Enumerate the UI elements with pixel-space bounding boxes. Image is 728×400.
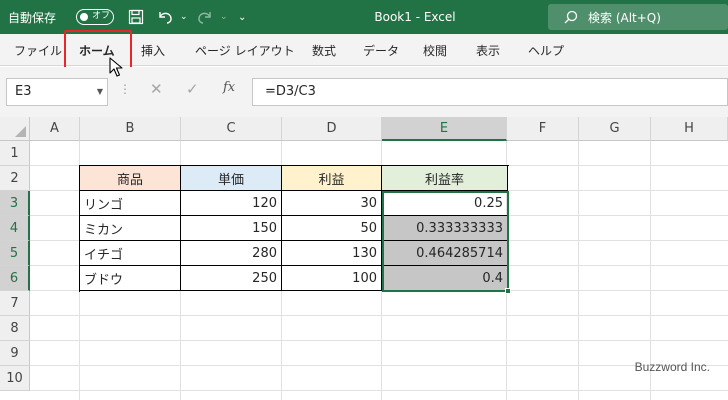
undo-icon[interactable] — [156, 0, 174, 34]
gridline — [30, 315, 728, 316]
table-cell[interactable]: 50 — [282, 216, 382, 241]
row-header-5[interactable]: 5 — [0, 241, 30, 266]
row-header-3[interactable]: 3 — [0, 191, 30, 216]
excel-window: 自動保存 オフ ⌄ ⌄ ⌄ Book1 - Excel 検索 (Alt+Q) フ… — [0, 0, 728, 400]
autosave-label: 自動保存 — [8, 10, 57, 25]
table-header-cell[interactable]: 単価 — [181, 166, 282, 191]
select-all-corner[interactable] — [0, 117, 30, 141]
active-cell[interactable]: 0.25 — [382, 191, 508, 216]
table-header-cell[interactable]: 商品 — [80, 166, 181, 191]
table-cell[interactable]: 250 — [181, 266, 282, 291]
table-cell[interactable]: 100 — [282, 266, 382, 291]
search-box[interactable]: 検索 (Alt+Q) — [548, 4, 728, 30]
tab-insert[interactable]: 挿入 — [141, 34, 165, 66]
document-title: Book1 - Excel — [374, 10, 456, 24]
row-header-1[interactable]: 1 — [0, 141, 30, 166]
tab-view[interactable]: 表示 — [476, 34, 500, 66]
column-header-e[interactable]: E — [382, 117, 507, 141]
name-box-dropdown-icon[interactable]: ▼ — [97, 79, 103, 105]
column-header-c[interactable]: C — [181, 117, 282, 141]
gridline — [578, 141, 579, 400]
row-header-10[interactable]: 10 — [0, 366, 30, 391]
selected-cell[interactable]: 0.464285714 — [382, 241, 508, 266]
name-box[interactable]: E3 ▼ — [6, 78, 108, 106]
tab-review[interactable]: 校閲 — [423, 34, 447, 66]
column-header-d[interactable]: D — [282, 117, 382, 141]
redo-icon[interactable] — [196, 0, 214, 34]
formula-input[interactable]: =D3/C3 — [252, 78, 728, 106]
name-box-value: E3 — [15, 84, 32, 99]
autosave-toggle[interactable]: オフ — [76, 9, 114, 25]
table-cell[interactable]: ミカン — [80, 216, 181, 241]
tab-page-layout[interactable]: ページ レイアウト — [195, 34, 295, 66]
tab-help[interactable]: ヘルプ — [528, 34, 564, 66]
table-cell[interactable]: 280 — [181, 241, 282, 266]
formula-bar-grip-icon[interactable]: ⋮ — [119, 82, 131, 96]
search-icon — [564, 10, 578, 24]
undo-dropdown-icon[interactable]: ⌄ — [180, 0, 188, 34]
column-header-g[interactable]: G — [579, 117, 651, 141]
table-cell[interactable]: 120 — [181, 191, 282, 216]
mouse-cursor-icon — [109, 57, 123, 77]
toggle-knob — [80, 12, 88, 21]
insert-function-icon[interactable]: fx — [223, 80, 235, 95]
cancel-icon[interactable]: ✕ — [150, 80, 163, 98]
gridline — [30, 340, 728, 341]
tab-data[interactable]: データ — [363, 34, 399, 66]
table-cell[interactable]: ブドウ — [80, 266, 181, 291]
table-cell[interactable]: 150 — [181, 216, 282, 241]
row-header-9[interactable]: 9 — [0, 341, 30, 366]
selected-cell[interactable]: 0.333333333 — [382, 216, 508, 241]
save-icon[interactable] — [128, 0, 144, 34]
worksheet-grid[interactable]: A B C D E F G H 1 2 3 4 5 6 7 8 9 10 商品 … — [0, 117, 728, 400]
table-header-cell[interactable]: 利益 — [282, 166, 382, 191]
autosave-state: オフ — [92, 11, 111, 21]
row-header-4[interactable]: 4 — [0, 216, 30, 241]
column-header-h[interactable]: H — [651, 117, 728, 141]
selected-cell[interactable]: 0.4 — [382, 266, 508, 291]
column-header-a[interactable]: A — [30, 117, 80, 141]
column-header-f[interactable]: F — [507, 117, 579, 141]
fill-handle[interactable] — [505, 288, 511, 294]
search-placeholder: 検索 (Alt+Q) — [588, 10, 661, 25]
row-header-2[interactable]: 2 — [0, 166, 30, 191]
redo-dropdown-icon[interactable]: ⌄ — [220, 0, 228, 34]
tab-formulas[interactable]: 数式 — [312, 34, 336, 66]
table-cell[interactable]: 130 — [282, 241, 382, 266]
row-header-8[interactable]: 8 — [0, 316, 30, 341]
tab-file[interactable]: ファイル — [14, 34, 62, 66]
column-header-b[interactable]: B — [80, 117, 181, 141]
title-bar: 自動保存 オフ ⌄ ⌄ ⌄ Book1 - Excel 検索 (Alt+Q) — [0, 0, 728, 34]
table-cell[interactable]: リンゴ — [80, 191, 181, 216]
gridline — [30, 365, 728, 366]
enter-icon[interactable]: ✓ — [186, 80, 199, 98]
watermark: Buzzword Inc. — [634, 360, 710, 374]
row-header-6[interactable]: 6 — [0, 266, 30, 291]
customize-toolbar-icon[interactable]: ⌄ — [238, 0, 246, 34]
table-cell[interactable]: 30 — [282, 191, 382, 216]
row-header-7[interactable]: 7 — [0, 291, 30, 316]
table-header-cell[interactable]: 利益率 — [382, 166, 508, 191]
gridline — [30, 390, 728, 391]
table-cell[interactable]: イチゴ — [80, 241, 181, 266]
